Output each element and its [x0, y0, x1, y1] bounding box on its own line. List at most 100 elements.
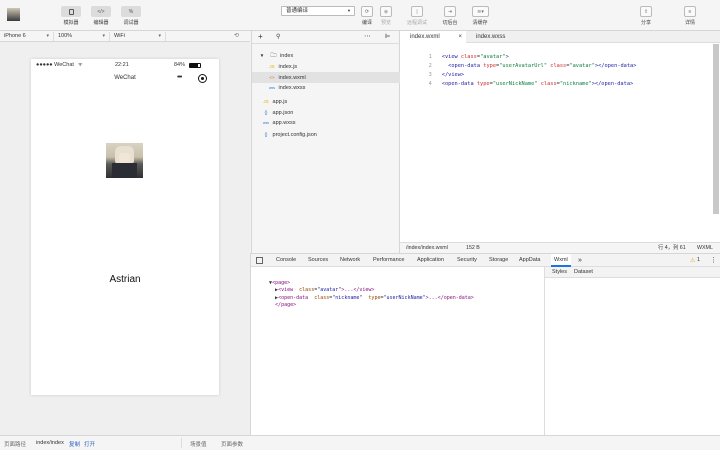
kebab-menu-icon[interactable]: ⋮ — [710, 256, 717, 264]
tab-network[interactable]: Network — [340, 254, 360, 267]
switch-icon: ⇥ — [447, 8, 453, 15]
details-label: 详情 — [684, 20, 695, 26]
preview-button[interactable]: ◉ — [380, 6, 392, 17]
tab-sources[interactable]: Sources — [308, 254, 328, 267]
language-mode[interactable]: WXML — [697, 243, 713, 253]
styles-panel: Styles Dataset — [544, 267, 720, 436]
compile-mode-select[interactable]: 普通编译 ▼ — [281, 6, 355, 16]
carrier-label: ●●●●● WeChat — [36, 62, 74, 68]
details-button[interactable]: ≡ — [684, 6, 696, 17]
phone-screen: ●●●●● WeChat ᯤ 22:21 84% WeChat ••• Astr… — [31, 59, 219, 395]
tab-dataset[interactable]: Dataset — [574, 269, 593, 275]
capsule-close-icon[interactable] — [198, 74, 207, 83]
simulator-button[interactable] — [61, 6, 81, 17]
tab-index-wxml[interactable]: index.wxml × — [400, 31, 466, 43]
backend-button[interactable]: ⇥ — [444, 6, 456, 17]
close-icon[interactable]: × — [458, 31, 462, 43]
tree-file-app-wxss[interactable]: wxs app.wxss — [261, 118, 397, 129]
chevron-down-icon: ▾ — [46, 33, 49, 39]
scene-value-label[interactable]: 场景值 — [190, 440, 207, 448]
network-value: WiFi — [114, 33, 125, 39]
clear-cache-button[interactable]: ≋▾ — [472, 6, 489, 17]
page-params-label[interactable]: 页面参数 — [221, 440, 243, 448]
dom-page-open[interactable]: ▼<page> — [257, 272, 290, 286]
tab-wxml[interactable]: Wxml — [551, 254, 571, 267]
page-path-label: 页面路径 — [4, 442, 27, 448]
tab-index-wxss[interactable]: index.wxss — [466, 31, 532, 43]
code-line-1[interactable]: 1 <view class="avatar"> — [400, 44, 509, 60]
tab-appdata[interactable]: AppData — [519, 254, 540, 267]
tab-storage[interactable]: Storage — [489, 254, 508, 267]
tab-security[interactable]: Security — [457, 254, 477, 267]
open-link[interactable]: 打开 — [84, 440, 95, 448]
tree-file-index-wxss[interactable]: wxs index.wxss — [267, 83, 397, 94]
editor-scrollbar[interactable] — [713, 44, 719, 214]
tree-item-label: project.config.json — [272, 132, 317, 138]
phone-status-bar: ●●●●● WeChat ᯤ 22:21 84% — [31, 59, 219, 71]
more-icon[interactable]: ⋯ — [364, 32, 371, 40]
eye-icon: ◉ — [383, 8, 389, 15]
user-avatar-image — [106, 143, 143, 178]
editor-status-bar: /index/index.wxml 152 B 行 4，列 61 WXML — [400, 242, 720, 253]
tree-item-label: app.js — [272, 99, 288, 105]
devtools-tab-bar: Console Sources Network Performance Appl… — [251, 254, 720, 267]
debugger-button[interactable]: % — [121, 6, 141, 17]
wxml-file-icon: <> — [269, 75, 275, 80]
network-select[interactable]: WiFi ▾ — [114, 32, 166, 41]
json-file-icon: {} — [264, 110, 268, 115]
code-line-4[interactable]: 4 <open-data type="userNickName" class="n… — [400, 71, 634, 87]
copy-link[interactable]: 复制 — [69, 440, 80, 448]
remote-debug-button[interactable]: ▯ — [411, 6, 423, 17]
code-icon: </> — [97, 8, 105, 15]
file-tree-panel: + ⚲ ⋯ ⊫ ▼ 🗀 index JS index.js <> index.w… — [251, 31, 401, 253]
compile-button[interactable]: ⟳ — [361, 6, 373, 17]
dom-view-avatar[interactable]: ▶<view class="avatar">...</view> — [263, 280, 374, 293]
rotate-icon: ⟲ — [234, 33, 240, 39]
battery-label: 84% — [174, 62, 186, 68]
rotate-button[interactable]: ⟲ — [234, 32, 239, 39]
inspect-icon[interactable] — [256, 257, 263, 264]
user-avatar[interactable] — [7, 8, 20, 21]
tree-file-project-config[interactable]: {} project.config.json — [261, 129, 397, 140]
user-nickname: Astrian — [109, 274, 141, 285]
tree-item-label: app.json — [272, 110, 294, 116]
tab-styles[interactable]: Styles — [552, 269, 567, 275]
code-editor: index.wxml × index.wxss 1 <view class="av… — [400, 31, 720, 253]
file-tree-toolbar: + ⚲ ⋯ ⊫ — [252, 31, 401, 44]
code-line-3[interactable]: 3 </view> — [400, 62, 465, 78]
wxss-file-icon: wxs — [262, 121, 270, 125]
tab-performance[interactable]: Performance — [373, 254, 405, 267]
tree-folder-index[interactable]: ▼ 🗀 index — [257, 50, 397, 61]
editor-button[interactable]: </> — [91, 6, 111, 17]
share-icon: ⇪ — [643, 8, 649, 15]
caret-down-icon: ▼ — [259, 53, 265, 58]
tab-console[interactable]: Console — [276, 254, 296, 267]
tree-file-index-wxml[interactable]: <> index.wxml — [252, 72, 401, 83]
tree-file-app-js[interactable]: JS app.js — [261, 96, 397, 107]
zoom-select[interactable]: 100% ▾ — [58, 32, 110, 41]
device-value: iPhone 6 — [4, 33, 26, 39]
file-size: 152 B — [466, 245, 480, 251]
tree-item-label: index.wxml — [278, 75, 306, 81]
tree-file-app-json[interactable]: {} app.json — [261, 107, 397, 118]
line-number: 4 — [428, 81, 432, 87]
code-line-2[interactable]: 2 <open-data type="userAvatarUrl" class=… — [400, 53, 637, 69]
device-select[interactable]: iPhone 6 ▾ — [4, 32, 54, 41]
nav-title: WeChat — [114, 75, 136, 81]
tree-file-index-js[interactable]: JS index.js — [267, 61, 397, 72]
debug-icon: % — [128, 8, 134, 15]
js-file-icon: JS — [263, 99, 269, 104]
more-tabs-icon[interactable]: » — [578, 254, 582, 267]
share-button[interactable]: ⇪ — [640, 6, 652, 17]
zoom-value: 100% — [58, 33, 73, 39]
more-dots-icon[interactable]: ••• — [177, 74, 182, 81]
tab-application[interactable]: Application — [417, 254, 444, 267]
dom-open-data-nickname[interactable]: ▶<open-data class="nickname" type="userN… — [263, 287, 474, 301]
collapse-icon[interactable]: ⊫ — [385, 33, 390, 40]
add-icon[interactable]: + — [258, 32, 263, 41]
tree-item-label: index — [280, 53, 294, 59]
warning-count[interactable]: 1 — [697, 257, 700, 263]
dom-page-close[interactable]: </page> — [263, 295, 296, 308]
search-icon[interactable]: ⚲ — [276, 33, 280, 40]
clock-label: 22:21 — [115, 62, 129, 68]
